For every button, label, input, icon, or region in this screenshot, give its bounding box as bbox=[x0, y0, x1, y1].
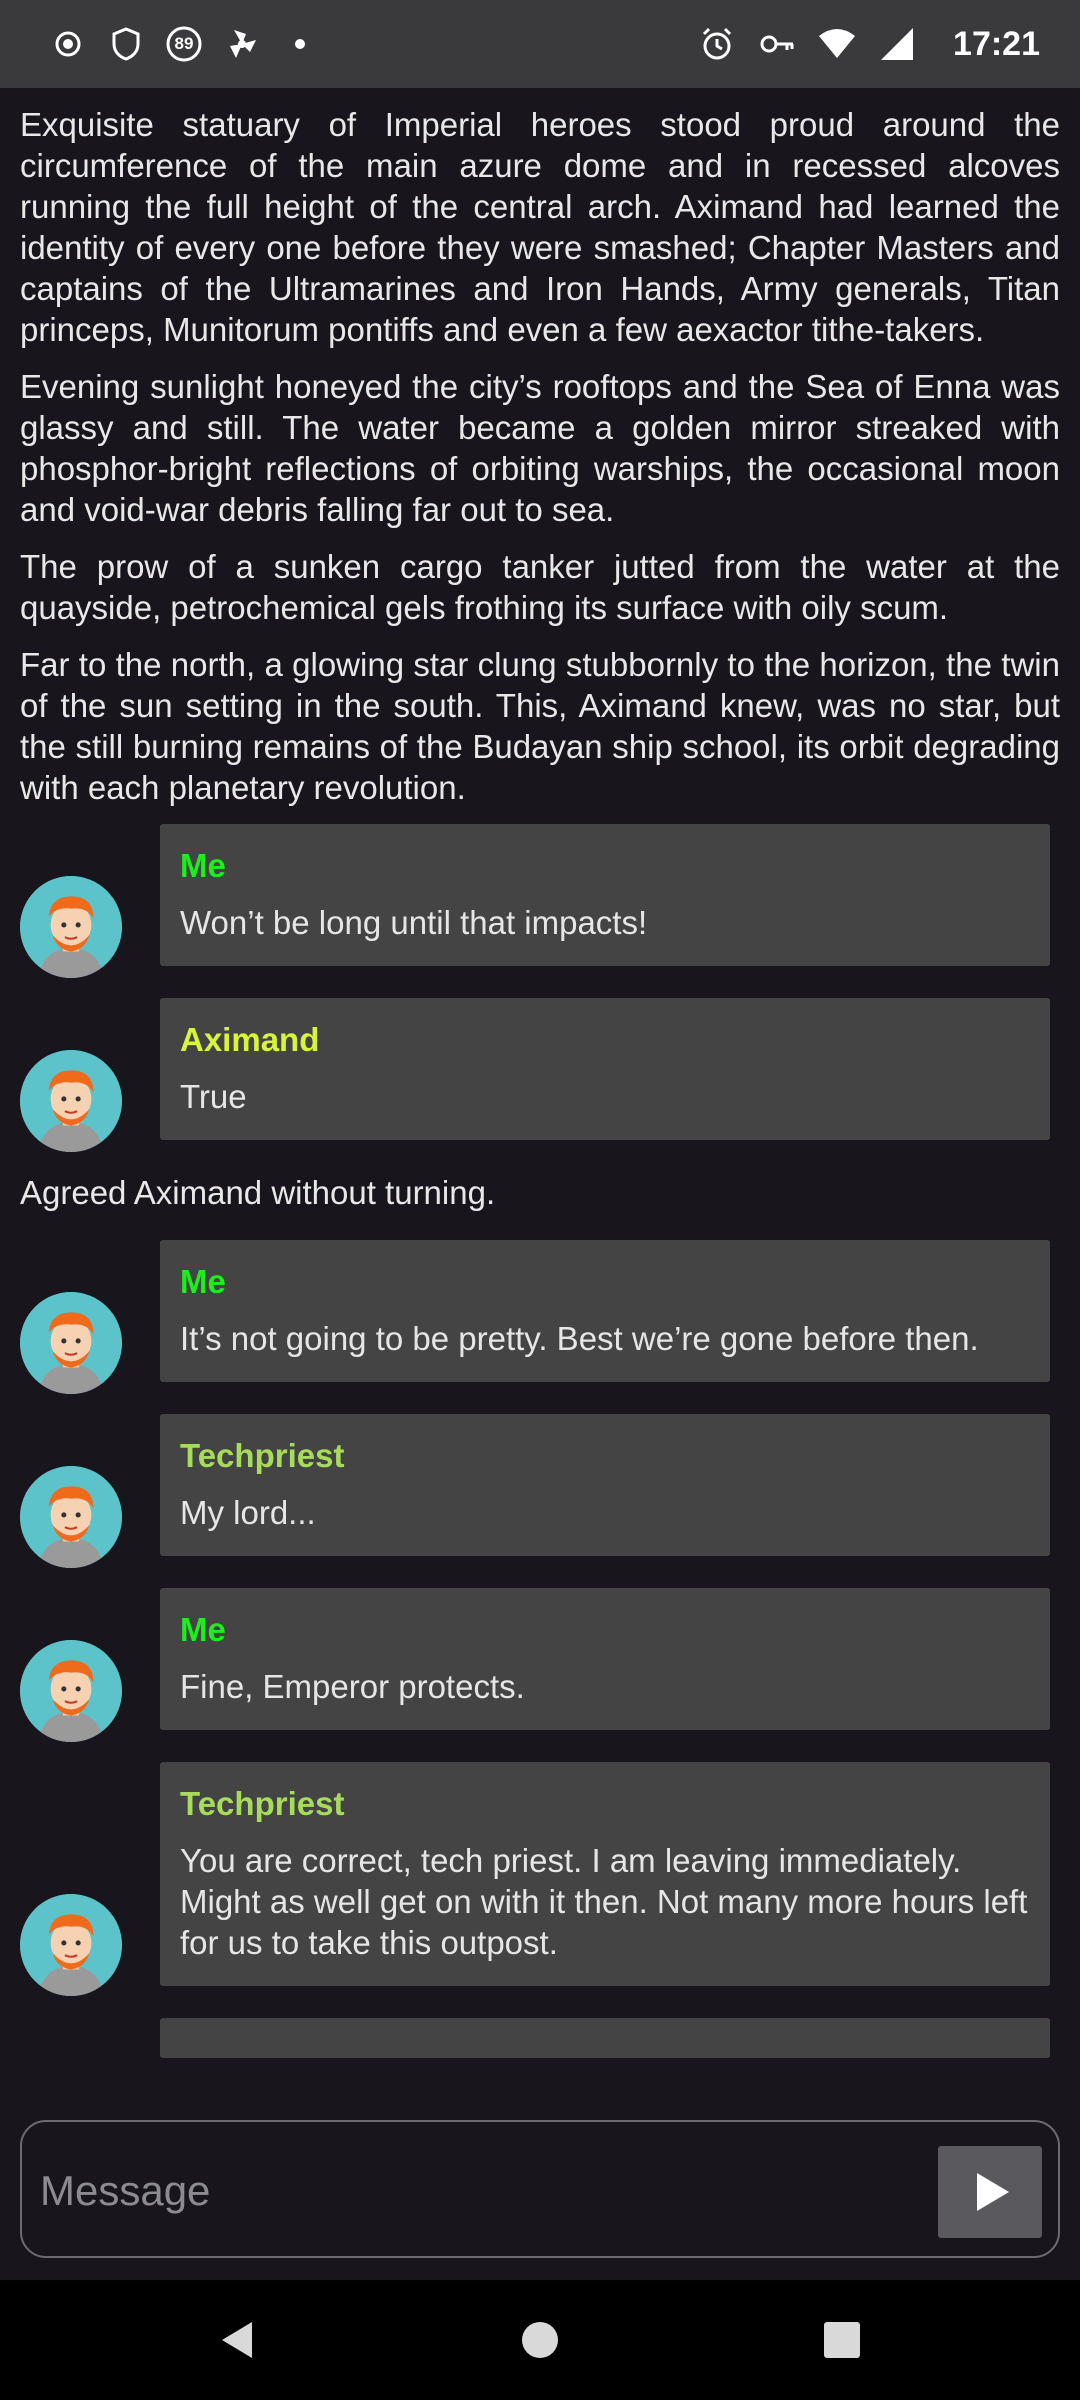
message-text: You are correct, tech priest. I am leavi… bbox=[180, 1842, 1028, 1961]
avatar[interactable] bbox=[20, 1894, 122, 1996]
chat-message: Me Won’t be long until that impacts! bbox=[0, 824, 1080, 998]
recents-icon[interactable] bbox=[820, 2318, 864, 2362]
chat-message: Aximand True bbox=[0, 998, 1080, 1172]
message-text: True bbox=[180, 1078, 247, 1115]
key-icon bbox=[757, 24, 797, 64]
message-bubble[interactable]: Techpriest You are correct, tech priest.… bbox=[160, 1762, 1050, 1986]
person-avatar-icon bbox=[20, 1466, 122, 1568]
message-bubble[interactable]: Me Won’t be long until that impacts! bbox=[160, 824, 1050, 966]
narration-paragraph: Evening sunlight honeyed the city’s roof… bbox=[20, 368, 1060, 528]
send-play-icon bbox=[977, 2173, 1009, 2211]
message-sender: Me bbox=[180, 1263, 226, 1300]
person-avatar-icon bbox=[20, 1640, 122, 1742]
message-bubble[interactable]: Me Fine, Emperor protects. bbox=[160, 1588, 1050, 1730]
narration-paragraph: Far to the north, a glowing star clung s… bbox=[20, 646, 1060, 806]
status-time: 17:21 bbox=[953, 24, 1040, 63]
message-sender: Techpriest bbox=[180, 1785, 345, 1822]
message-bubble[interactable] bbox=[160, 2018, 1050, 2058]
message-text: Won’t be long until that impacts! bbox=[180, 904, 648, 941]
avatar[interactable] bbox=[20, 1292, 122, 1394]
message-bubble[interactable]: Me It’s not going to be pretty. Best we’… bbox=[160, 1240, 1050, 1382]
record-icon bbox=[48, 24, 88, 64]
alarm-icon bbox=[697, 24, 737, 64]
chat-content[interactable]: Exquisite statuary of Imperial heroes st… bbox=[0, 88, 1080, 2080]
narration-paragraph: Exquisite statuary of Imperial heroes st… bbox=[20, 106, 1060, 348]
chat-message: Me It’s not going to be pretty. Best we’… bbox=[0, 1240, 1080, 1414]
person-avatar-icon bbox=[20, 1894, 122, 1996]
send-button[interactable] bbox=[938, 2146, 1042, 2238]
shield-icon bbox=[106, 24, 146, 64]
chat-message bbox=[0, 2018, 1080, 2058]
chat-message: Me Fine, Emperor protects. bbox=[0, 1588, 1080, 1762]
wifi-icon bbox=[817, 24, 857, 64]
message-sender: Aximand bbox=[180, 1021, 320, 1058]
status-bar: 89 17:21 bbox=[0, 0, 1080, 88]
status-left-icons: 89 bbox=[48, 24, 320, 64]
interjection-text: Agreed Aximand without turning. bbox=[20, 1174, 496, 1211]
message-composer bbox=[20, 2120, 1060, 2258]
signal-icon bbox=[877, 24, 917, 64]
message-text: Fine, Emperor protects. bbox=[180, 1668, 525, 1705]
avatar[interactable] bbox=[20, 1050, 122, 1152]
person-avatar-icon bbox=[20, 1292, 122, 1394]
message-sender: Techpriest bbox=[180, 1437, 345, 1474]
message-sender: Me bbox=[180, 847, 226, 884]
narration-block: Exquisite statuary of Imperial heroes st… bbox=[0, 88, 1080, 808]
chat-message: Techpriest You are correct, tech priest.… bbox=[0, 1762, 1080, 2018]
message-text: My lord... bbox=[180, 1494, 316, 1531]
avatar[interactable] bbox=[20, 1640, 122, 1742]
person-avatar-icon bbox=[20, 1050, 122, 1152]
chat-message: Techpriest My lord... bbox=[0, 1414, 1080, 1588]
status-right-icons: 17:21 bbox=[697, 24, 1040, 64]
back-icon[interactable] bbox=[216, 2318, 260, 2362]
dot-icon bbox=[280, 24, 320, 64]
message-text: It’s not going to be pretty. Best we’re … bbox=[180, 1320, 979, 1357]
navigation-bar bbox=[0, 2280, 1080, 2400]
fan-icon bbox=[222, 24, 262, 64]
person-avatar-icon bbox=[20, 876, 122, 978]
avatar[interactable] bbox=[20, 876, 122, 978]
home-icon[interactable] bbox=[518, 2318, 562, 2362]
message-sender: Me bbox=[180, 1611, 226, 1648]
badge-number: 89 bbox=[174, 34, 194, 53]
message-bubble[interactable]: Techpriest My lord... bbox=[160, 1414, 1050, 1556]
avatar[interactable] bbox=[20, 1466, 122, 1568]
narration-paragraph: The prow of a sunken cargo tanker jutted… bbox=[20, 548, 1060, 626]
badge-icon: 89 bbox=[164, 24, 204, 64]
message-input[interactable] bbox=[38, 2156, 922, 2226]
message-bubble[interactable]: Aximand True bbox=[160, 998, 1050, 1140]
